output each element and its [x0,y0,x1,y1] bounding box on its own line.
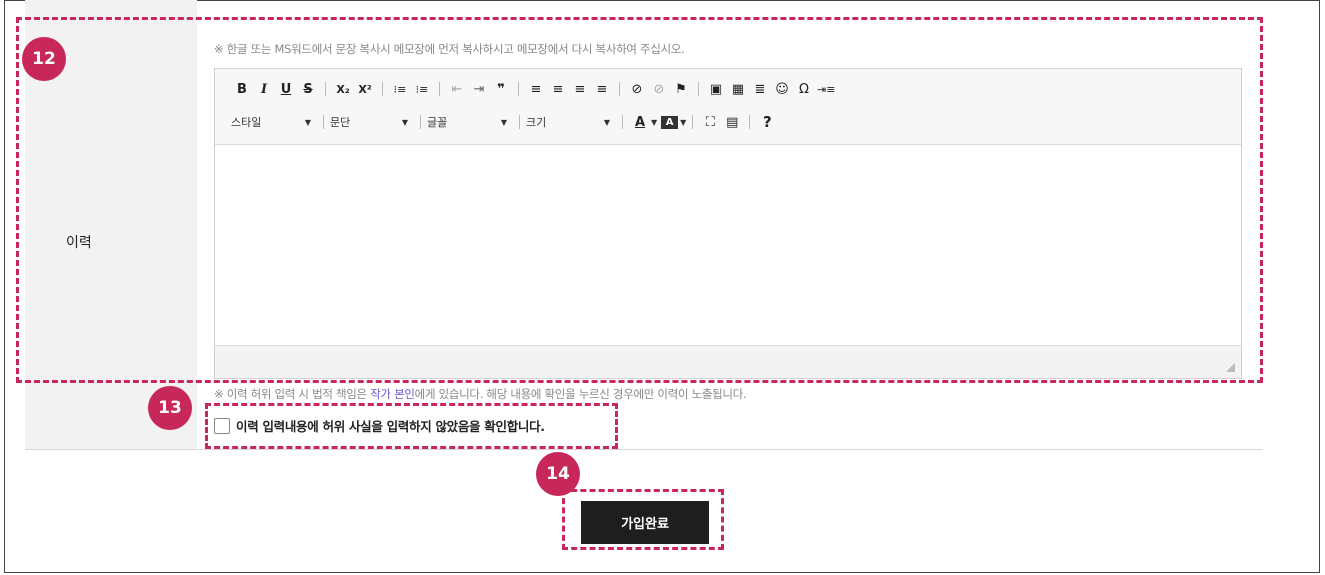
show-blocks-icon[interactable]: ▤ [721,112,743,132]
toolbar-separator [749,115,751,129]
bulleted-list-icon[interactable]: ⁝≡ [411,79,433,99]
strikethrough-button[interactable]: S [297,79,319,99]
align-center-icon[interactable]: ≡ [547,79,569,99]
toolbar-separator [439,82,440,96]
underline-button[interactable]: U [275,79,297,99]
paragraph-dropdown-label: 문단 [330,116,351,129]
liability-notice-highlight: 작가 본인 [370,387,415,401]
link-icon[interactable]: ⊘ [626,79,648,99]
rich-text-editor: B I U S X₂ X² ⁝≡ ⁝≡ ⇤ ⇥ ❞ ≡ ≡ ≡ ≡ ⊘ ⊘ ⚑ … [214,68,1242,379]
superscript-button[interactable]: X² [354,79,376,99]
italic-button[interactable]: I [253,79,275,99]
horizontal-line-icon[interactable]: ≣ [749,79,771,99]
paragraph-dropdown[interactable]: 문단 ▼ [330,112,414,132]
field-label-history: 이력 [66,235,92,251]
chevron-down-icon: ▼ [603,117,610,127]
toolbar-row-1: B I U S X₂ X² ⁝≡ ⁝≡ ⇤ ⇥ ❞ ≡ ≡ ≡ ≡ ⊘ ⊘ ⚑ … [231,78,837,100]
subscript-button[interactable]: X₂ [332,79,354,99]
liability-notice-suffix: 에게 있습니다. 해당 내용에 확인을 누르신 경우에만 이력이 노출됩니다. [414,387,747,401]
chevron-down-icon: ▼ [500,117,507,127]
background-color-button[interactable]: A [661,115,679,129]
annotation-badge-13: 13 [148,386,192,430]
indent-icon[interactable]: ⇥ [468,79,490,99]
align-right-icon[interactable]: ≡ [569,79,591,99]
smiley-icon[interactable]: ☺ [771,79,793,99]
confirm-row: 이력 입력내용에 허위 사실을 입력하지 않았음을 확인합니다. [214,416,545,435]
annotation-badge-12: 12 [22,37,66,81]
bold-button[interactable]: B [231,79,253,99]
toolbar-row-2: 스타일 ▼ 문단 ▼ 글꼴 ▼ 크기 ▼ A ▼ A ▼ ⛶ ▤ ? [231,111,778,133]
toolbar-separator [519,115,520,129]
signup-complete-button[interactable]: 가입완료 [581,501,709,544]
chevron-down-icon: ▼ [680,117,687,127]
align-justify-icon[interactable]: ≡ [591,79,613,99]
special-char-icon[interactable]: Ω [793,79,815,99]
toolbar-separator [382,82,383,96]
unlink-icon[interactable]: ⊘ [648,79,670,99]
confirm-checkbox-label[interactable]: 이력 입력내용에 허위 사실을 입력하지 않았음을 확인합니다. [236,416,545,435]
resize-handle-icon[interactable] [1226,363,1235,372]
style-dropdown-label: 스타일 [231,116,262,129]
confirm-checkbox[interactable] [214,417,230,434]
anchor-flag-icon[interactable]: ⚑ [670,79,692,99]
toolbar-separator [323,115,324,129]
row-divider [25,449,1263,450]
size-dropdown[interactable]: 크기 ▼ [526,112,616,132]
toolbar-separator [622,115,623,129]
size-dropdown-label: 크기 [526,116,547,129]
chevron-down-icon: ▼ [651,117,658,127]
text-color-button[interactable]: A [629,112,651,132]
style-dropdown[interactable]: 스타일 ▼ [231,112,317,132]
annotation-badge-14: 14 [536,452,580,496]
toolbar-separator [698,82,699,96]
editor-status-bar [215,345,1241,378]
toolbar-separator [619,82,620,96]
font-dropdown-label: 글꼴 [427,116,448,129]
image-icon[interactable]: ▣ [705,79,727,99]
editor-content-area[interactable] [215,145,1241,345]
toolbar-separator [325,82,326,96]
paste-notice: ※ 한글 또는 MS워드에서 문장 복사시 메모장에 먼저 복사하시고 메모장에… [214,42,685,56]
toolbar-separator [692,115,694,129]
numbered-list-icon[interactable]: ⁝≡ [389,79,411,99]
toolbar-separator [420,115,421,129]
blockquote-icon[interactable]: ❞ [490,79,512,99]
table-icon[interactable]: ▦ [727,79,749,99]
liability-notice: ※ 이력 허위 입력 시 법적 책임은 작가 본인에게 있습니다. 해당 내용에… [214,386,747,402]
font-dropdown[interactable]: 글꼴 ▼ [427,112,513,132]
toolbar-separator [518,82,519,96]
liability-notice-prefix: ※ 이력 허위 입력 시 법적 책임은 [214,387,371,401]
maximize-icon[interactable]: ⛶ [699,112,721,132]
outdent-icon[interactable]: ⇤ [446,79,468,99]
editor-toolbar: B I U S X₂ X² ⁝≡ ⁝≡ ⇤ ⇥ ❞ ≡ ≡ ≡ ≡ ⊘ ⊘ ⚑ … [215,69,1241,145]
align-left-icon[interactable]: ≡ [525,79,547,99]
page-break-icon[interactable]: ⇥≡ [815,79,837,99]
chevron-down-icon: ▼ [401,117,408,127]
chevron-down-icon: ▼ [304,117,311,127]
help-icon[interactable]: ? [756,112,778,132]
